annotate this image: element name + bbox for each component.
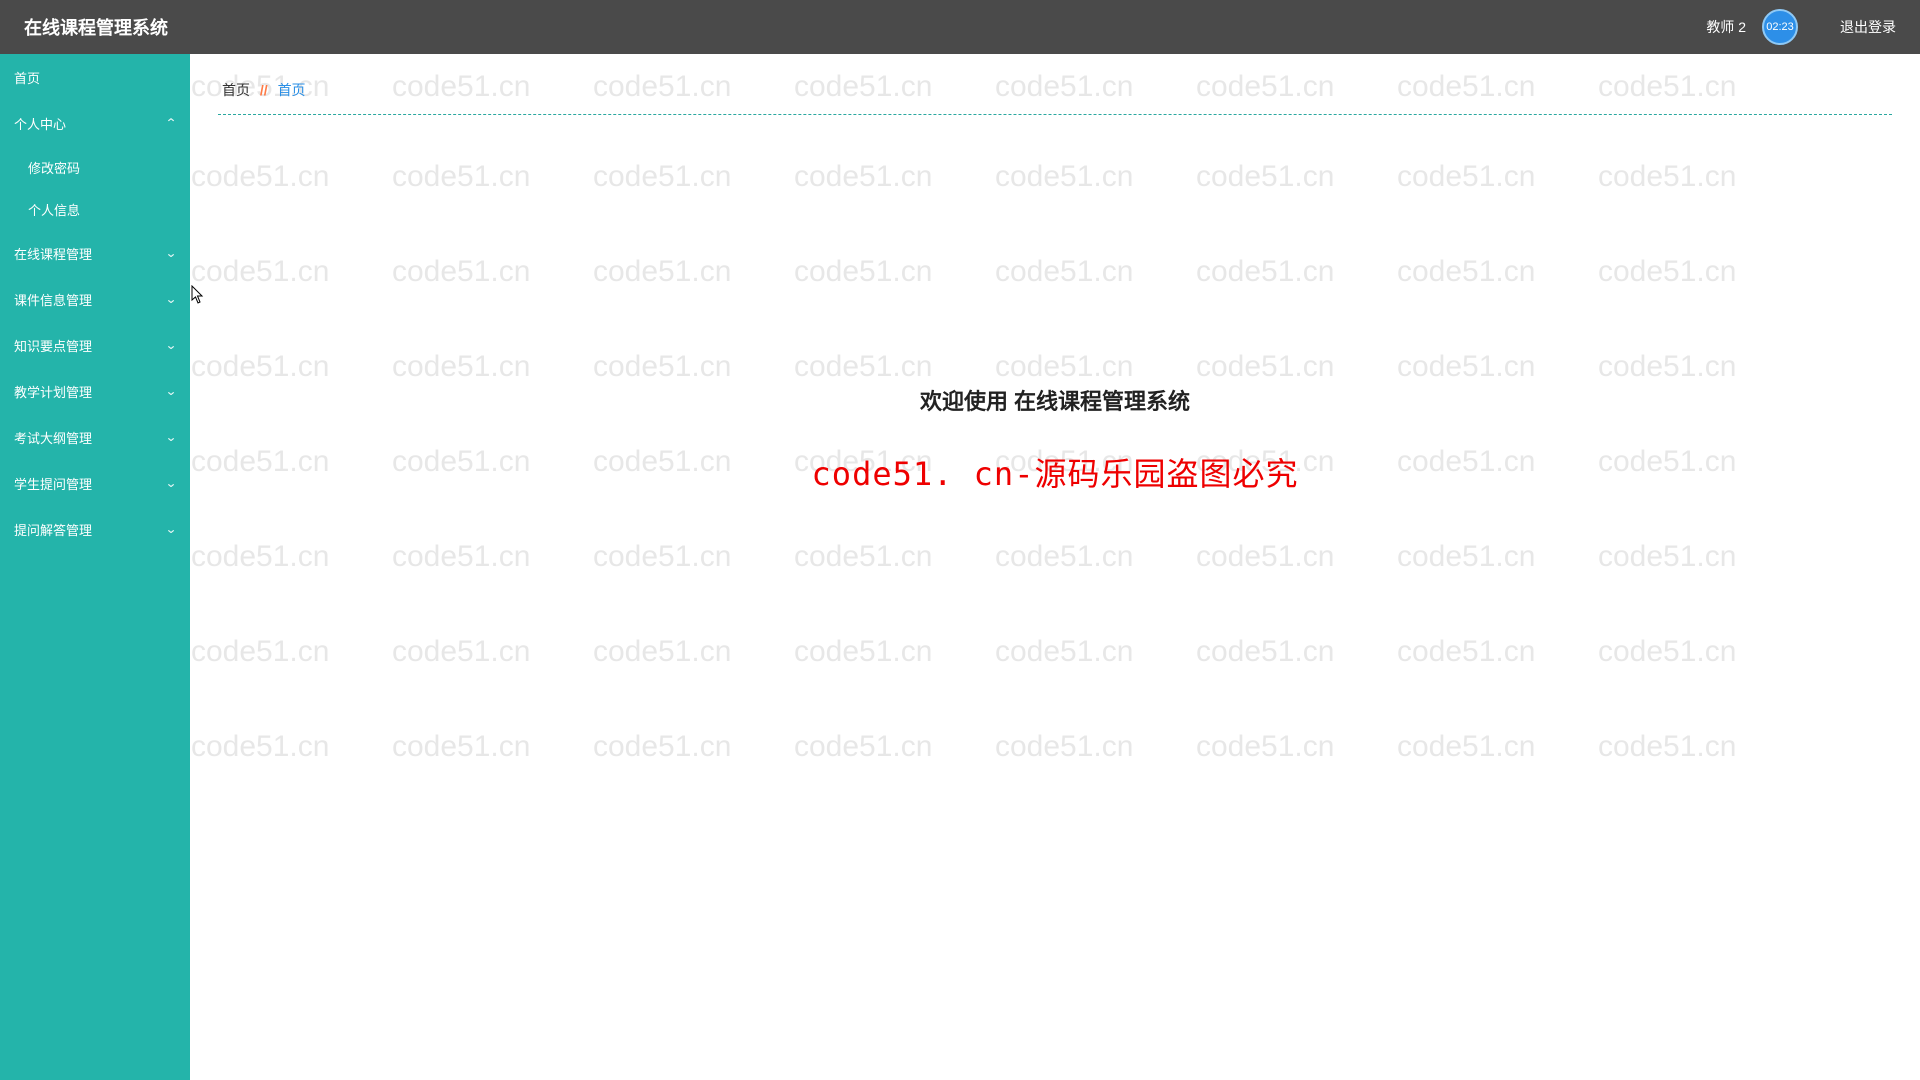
chevron-down-icon bbox=[165, 522, 177, 536]
sidebar: 首页 个人中心 修改密码 个人信息 在线课程管理 课件信息管理 知识要点管理 教… bbox=[0, 54, 190, 1080]
sidebar-item-label: 在线课程管理 bbox=[14, 244, 92, 263]
logout-link[interactable]: 退出登录 bbox=[1840, 17, 1896, 37]
chevron-up-icon bbox=[165, 116, 177, 130]
user-label[interactable]: 教师 2 bbox=[1706, 17, 1746, 37]
sidebar-item-qa[interactable]: 学生提问管理 bbox=[0, 460, 190, 506]
sidebar-sub-profile[interactable]: 个人信息 bbox=[0, 188, 190, 230]
sidebar-item-label: 教学计划管理 bbox=[14, 382, 92, 401]
header-right: 教师 2 退 02:23 退出登录 bbox=[1706, 17, 1896, 37]
sidebar-item-home[interactable]: 首页 bbox=[0, 54, 190, 100]
sidebar-sub-label: 个人信息 bbox=[28, 200, 80, 219]
sidebar-item-label: 课件信息管理 bbox=[14, 290, 92, 309]
top-header: 在线课程管理系统 教师 2 退 02:23 退出登录 bbox=[0, 0, 1920, 54]
sidebar-item-label: 个人中心 bbox=[14, 114, 66, 133]
sidebar-item-course[interactable]: 在线课程管理 bbox=[0, 230, 190, 276]
breadcrumb-sep: // bbox=[260, 82, 268, 98]
time-badge: 02:23 bbox=[1762, 9, 1798, 45]
breadcrumb-current[interactable]: 首页 bbox=[278, 82, 306, 98]
sidebar-item-material[interactable]: 课件信息管理 bbox=[0, 276, 190, 322]
chevron-down-icon bbox=[165, 292, 177, 306]
sidebar-item-label: 提问解答管理 bbox=[14, 520, 92, 539]
sidebar-item-knowledge[interactable]: 知识要点管理 bbox=[0, 322, 190, 368]
sidebar-item-answer[interactable]: 提问解答管理 bbox=[0, 506, 190, 552]
main-content: 首页 // 首页 欢迎使用 在线课程管理系统 code51. cn-源码乐园盗图… bbox=[190, 54, 1920, 1080]
breadcrumb-root: 首页 bbox=[222, 82, 250, 98]
sidebar-item-label: 首页 bbox=[14, 68, 40, 87]
sidebar-item-exam[interactable]: 考试大纲管理 bbox=[0, 414, 190, 460]
chevron-down-icon bbox=[165, 338, 177, 352]
sidebar-item-label: 知识要点管理 bbox=[14, 336, 92, 355]
sidebar-item-label: 学生提问管理 bbox=[14, 474, 92, 493]
app-title: 在线课程管理系统 bbox=[24, 14, 168, 40]
time-text: 02:23 bbox=[1766, 21, 1794, 33]
watermark-notice: code51. cn-源码乐园盗图必究 bbox=[190, 449, 1920, 495]
welcome-heading: 欢迎使用 在线课程管理系统 bbox=[190, 384, 1920, 416]
breadcrumb: 首页 // 首页 bbox=[218, 72, 1892, 115]
sidebar-item-plan[interactable]: 教学计划管理 bbox=[0, 368, 190, 414]
sidebar-item-personal[interactable]: 个人中心 bbox=[0, 100, 190, 146]
sidebar-sub-label: 修改密码 bbox=[28, 158, 80, 177]
chevron-down-icon bbox=[165, 476, 177, 490]
sidebar-item-label: 考试大纲管理 bbox=[14, 428, 92, 447]
sidebar-sub-password[interactable]: 修改密码 bbox=[0, 146, 190, 188]
chevron-down-icon bbox=[165, 430, 177, 444]
chevron-down-icon bbox=[165, 246, 177, 260]
chevron-down-icon bbox=[165, 384, 177, 398]
